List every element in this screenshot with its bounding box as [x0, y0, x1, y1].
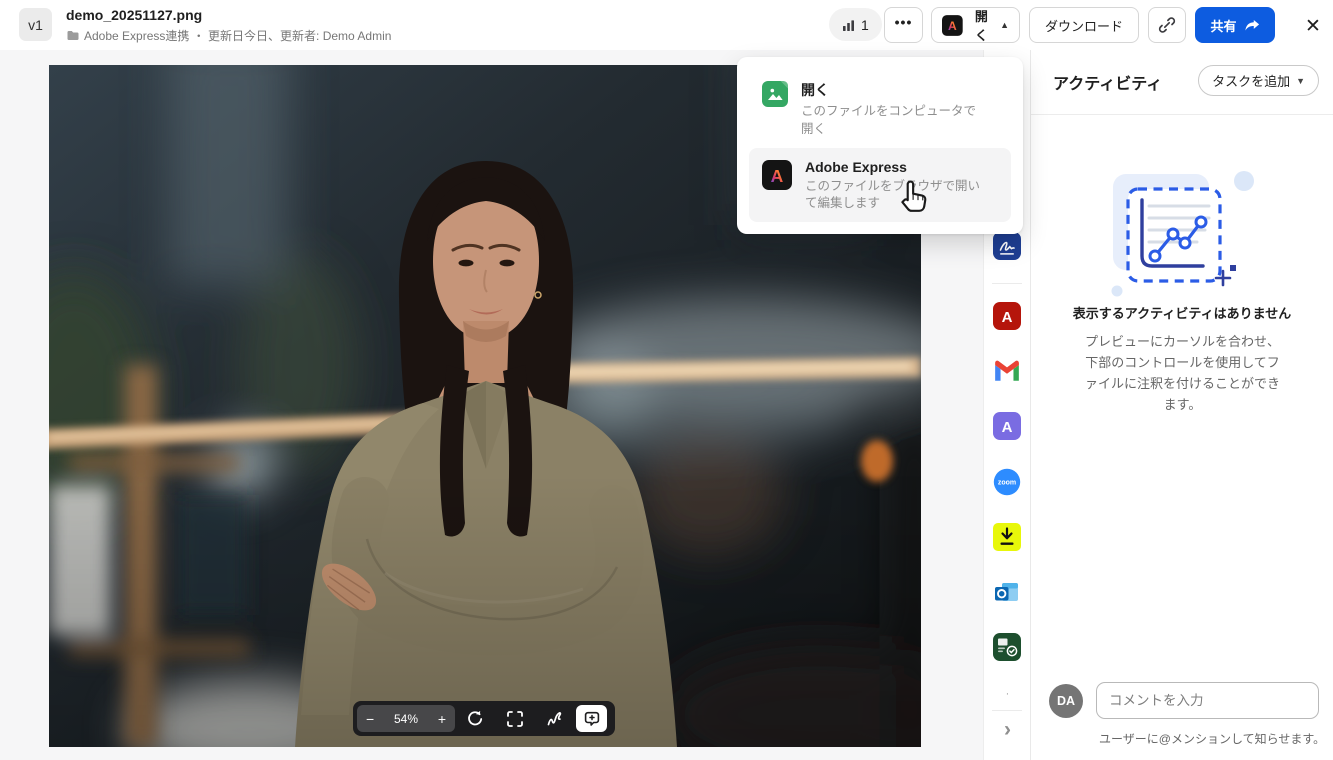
- strip-divider: [992, 283, 1022, 284]
- rotate-icon: [466, 710, 484, 728]
- menu-item-adobe-express[interactable]: A Adobe Express このファイルをブラウザで開いて編集します: [749, 148, 1011, 223]
- caret-up-icon: ▲: [1000, 20, 1009, 30]
- collapse-strip-button[interactable]: ›: [984, 718, 1031, 742]
- link-icon: [1158, 16, 1176, 34]
- adobe-express-icon: A: [942, 14, 963, 37]
- strip-divider: [992, 710, 1022, 711]
- esign-app-icon[interactable]: [993, 633, 1021, 661]
- empty-activity-illustration: [1097, 168, 1267, 304]
- version-badge[interactable]: v1: [19, 8, 52, 41]
- rotate-button[interactable]: [455, 701, 495, 736]
- header-bar: v1 demo_20251127.png Adobe Express連携 ・ 更…: [0, 0, 1333, 50]
- empty-activity-description: プレビューにカーソルを合わせ、下部のコントロールを使用してファイルに注釈を付ける…: [1080, 331, 1285, 415]
- file-meta: Adobe Express連携 ・ 更新日今日、更新者: Demo Admin: [66, 27, 391, 44]
- menu-item-open[interactable]: 開く このファイルをコンピュータで開く: [749, 69, 1011, 148]
- file-name: demo_20251127.png: [66, 7, 202, 23]
- acrobat-purple-app-icon[interactable]: A: [993, 412, 1021, 440]
- avatar: DA: [1049, 684, 1083, 718]
- draw-button[interactable]: [535, 701, 575, 736]
- open-label: 開く: [970, 6, 993, 44]
- copy-link-button[interactable]: [1148, 7, 1186, 43]
- activity-header: アクティビティ タスクを追加 ▼: [1031, 50, 1333, 115]
- menu-item-title: 開く: [801, 79, 979, 100]
- comment-input[interactable]: [1096, 682, 1319, 719]
- comment-composer: DA ユーザーに@メンションして知らせます。: [1031, 682, 1333, 747]
- more-options-button[interactable]: •••: [884, 7, 923, 43]
- comment-button[interactable]: [576, 705, 607, 732]
- comment-icon: [583, 710, 601, 727]
- zoom-out-button[interactable]: −: [366, 712, 374, 726]
- menu-item-description: このファイルをコンピュータで開く: [801, 103, 979, 139]
- zoom-level: 54%: [394, 712, 418, 726]
- share-button[interactable]: 共有: [1195, 7, 1275, 43]
- gmail-app-icon[interactable]: [993, 357, 1021, 385]
- fit-screen-icon: [506, 710, 524, 728]
- close-button[interactable]: ✕: [1299, 12, 1327, 40]
- activity-panel: アクティビティ タスクを追加 ▼ 表示するアクティビティはありません プレビュー…: [1030, 50, 1333, 760]
- svg-text:A: A: [1002, 309, 1013, 326]
- downloader-app-icon[interactable]: [993, 523, 1021, 551]
- svg-text:A: A: [1002, 419, 1013, 436]
- svg-text:A: A: [771, 165, 784, 185]
- adobe-acrobat-app-icon[interactable]: A: [993, 302, 1021, 330]
- open-dropdown-button[interactable]: A 開く ▲: [931, 7, 1020, 43]
- preview-toolbar: − 54% +: [353, 701, 615, 736]
- zoom-in-button[interactable]: +: [438, 712, 446, 726]
- menu-item-description: このファイルをブラウザで開いて編集します: [805, 178, 983, 214]
- svg-text:A: A: [948, 19, 957, 33]
- file-image-icon: [762, 81, 788, 107]
- share-arrow-icon: [1244, 19, 1260, 32]
- insights-pill[interactable]: 1: [829, 8, 882, 41]
- activity-title: アクティビティ: [1053, 70, 1162, 94]
- zoom-app-icon[interactable]: zoom: [993, 468, 1021, 496]
- file-meta-text: Adobe Express連携 ・ 更新日今日、更新者: Demo Admin: [84, 27, 391, 44]
- zoom-controls: − 54% +: [357, 705, 455, 732]
- outlook-app-icon[interactable]: [993, 578, 1021, 606]
- strip-overflow-dot: ·: [984, 688, 1031, 700]
- add-task-button[interactable]: タスクを追加 ▼: [1198, 65, 1319, 96]
- share-label: 共有: [1210, 16, 1236, 35]
- fit-screen-button[interactable]: [495, 701, 535, 736]
- svg-text:zoom: zoom: [998, 480, 1016, 487]
- adobe-sign-app-icon[interactable]: [993, 232, 1021, 260]
- insights-count: 1: [861, 17, 869, 33]
- menu-item-title: Adobe Express: [805, 158, 983, 175]
- folder-icon: [66, 30, 79, 41]
- download-button[interactable]: ダウンロード: [1029, 7, 1139, 43]
- caret-down-icon: ▼: [1296, 76, 1305, 86]
- file-preview-window: − 54% + v1 demo: [0, 0, 1333, 760]
- open-menu: 開く このファイルをコンピュータで開く A Adobe Express このファ…: [737, 57, 1023, 234]
- bar-chart-icon: [842, 18, 855, 31]
- adobe-express-icon: A: [762, 160, 792, 190]
- draw-icon: [546, 710, 564, 728]
- add-task-label: タスクを追加: [1212, 71, 1290, 90]
- mention-hint: ユーザーに@メンションして知らせます。: [1099, 730, 1333, 747]
- empty-activity-title: 表示するアクティビティはありません: [1031, 303, 1333, 322]
